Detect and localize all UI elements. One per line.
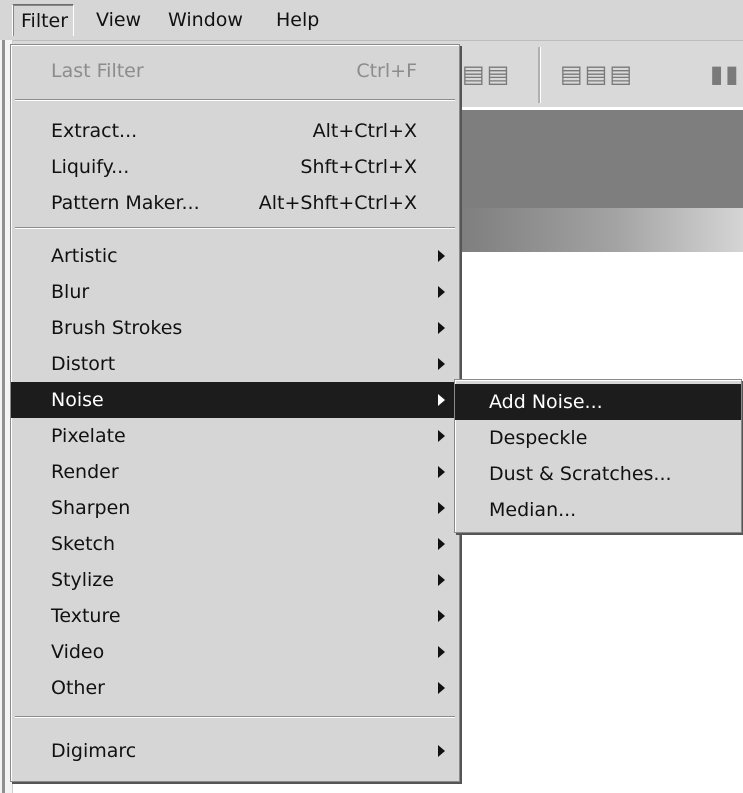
distribute-horizontal-icon[interactable]: ▮▮ (710, 62, 740, 86)
menu-separator (15, 99, 455, 101)
menu-item-label: Last Filter (51, 60, 144, 82)
menu-item-pattern-maker[interactable]: Pattern Maker... Alt+Shft+Ctrl+X (11, 185, 459, 221)
menu-item-label: Sharpen (51, 497, 131, 519)
menu-item-shortcut: Alt+Shft+Ctrl+X (258, 192, 417, 214)
align-icon[interactable]: ▤▤ (462, 62, 511, 86)
menu-item-label: Render (51, 461, 119, 483)
menu-item-video[interactable]: Video (11, 634, 459, 670)
menu-item-artistic[interactable]: Artistic (11, 238, 459, 274)
menu-item-distort[interactable]: Distort (11, 346, 459, 382)
submenu-arrow-icon (438, 682, 445, 694)
submenu-arrow-icon (438, 250, 445, 262)
menu-item-shortcut: Shft+Ctrl+X (300, 156, 417, 178)
menu-item-label: Texture (51, 605, 121, 627)
submenu-item-add-noise[interactable]: Add Noise... (455, 384, 741, 420)
menu-separator (15, 716, 455, 718)
submenu-arrow-icon (438, 646, 445, 658)
menu-window[interactable]: Window (160, 4, 251, 36)
menu-item-digimarc[interactable]: Digimarc (11, 733, 459, 769)
menu-item-liquify[interactable]: Liquify... Shft+Ctrl+X (11, 149, 459, 185)
menu-item-label: Stylize (51, 569, 114, 591)
menu-item-sketch[interactable]: Sketch (11, 526, 459, 562)
tool-panel-border (2, 40, 5, 793)
filter-menu: Last Filter Ctrl+F Extract... Alt+Ctrl+X… (10, 44, 460, 782)
submenu-arrow-icon (438, 322, 445, 334)
menu-item-label: Median... (489, 499, 577, 521)
menu-separator (15, 227, 455, 229)
submenu-item-dust-scratches[interactable]: Dust & Scratches... (455, 456, 741, 492)
menu-view[interactable]: View (88, 4, 149, 36)
menu-item-shortcut: Alt+Ctrl+X (312, 120, 417, 142)
menu-item-label: Sketch (51, 533, 116, 555)
submenu-item-median[interactable]: Median... (455, 492, 741, 528)
menu-item-label: Dust & Scratches... (489, 463, 672, 485)
menu-item-texture[interactable]: Texture (11, 598, 459, 634)
submenu-arrow-icon (438, 610, 445, 622)
menu-item-stylize[interactable]: Stylize (11, 562, 459, 598)
menu-item-label: Add Noise... (489, 391, 603, 413)
menu-item-label: Brush Strokes (51, 317, 183, 339)
distribute-icon[interactable]: ▤▤▤ (560, 62, 634, 86)
submenu-arrow-icon (438, 358, 445, 370)
menu-item-label: Blur (51, 281, 90, 303)
menu-item-other[interactable]: Other (11, 670, 459, 706)
menu-item-pixelate[interactable]: Pixelate (11, 418, 459, 454)
menu-item-brush-strokes[interactable]: Brush Strokes (11, 310, 459, 346)
menu-item-label: Artistic (51, 245, 118, 267)
menu-item-label: Noise (51, 389, 104, 411)
submenu-arrow-icon (438, 430, 445, 442)
menu-item-label: Pattern Maker... (51, 192, 200, 214)
submenu-arrow-icon (438, 394, 445, 406)
menu-item-sharpen[interactable]: Sharpen (11, 490, 459, 526)
submenu-arrow-icon (438, 538, 445, 550)
menu-item-label: Other (51, 677, 105, 699)
toolbar-separator (538, 47, 541, 103)
noise-submenu: Add Noise... Despeckle Dust & Scratches.… (454, 379, 742, 533)
menu-help[interactable]: Help (268, 4, 327, 36)
menu-item-label: Digimarc (51, 740, 137, 762)
menu-item-noise[interactable]: Noise (11, 382, 459, 418)
menu-item-label: Despeckle (489, 427, 588, 449)
menu-item-label: Extract... (51, 120, 138, 142)
menu-item-blur[interactable]: Blur (11, 274, 459, 310)
document-header-strip (460, 208, 743, 252)
submenu-arrow-icon (438, 745, 445, 757)
submenu-arrow-icon (438, 574, 445, 586)
menu-bar: Filter View Window Help (0, 0, 743, 41)
document-title-bar (460, 110, 743, 208)
menu-item-shortcut: Ctrl+F (356, 60, 417, 82)
menu-item-label: Pixelate (51, 425, 126, 447)
menu-item-label: Distort (51, 353, 116, 375)
menu-item-render[interactable]: Render (11, 454, 459, 490)
menu-item-label: Video (51, 641, 105, 663)
submenu-arrow-icon (438, 502, 445, 514)
menu-filter[interactable]: Filter (12, 4, 74, 36)
menu-item-label: Liquify... (51, 156, 130, 178)
submenu-arrow-icon (438, 466, 445, 478)
submenu-arrow-icon (438, 286, 445, 298)
menu-item-last-filter: Last Filter Ctrl+F (11, 53, 459, 89)
menu-item-extract[interactable]: Extract... Alt+Ctrl+X (11, 113, 459, 149)
submenu-item-despeckle[interactable]: Despeckle (455, 420, 741, 456)
